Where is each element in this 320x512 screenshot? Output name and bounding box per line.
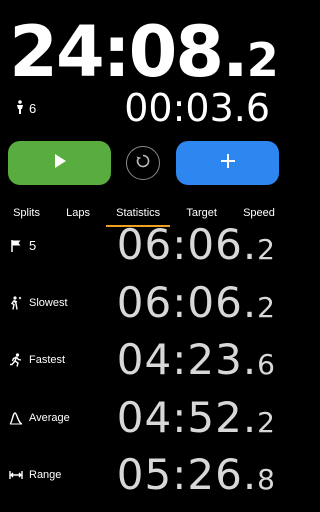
stat-average-label: Average — [29, 412, 70, 424]
stat-range-fraction: 8 — [257, 463, 275, 496]
stat-count-value: 06:06.2 — [117, 216, 275, 274]
stat-fastest-label: Fastest — [29, 354, 66, 366]
stat-range-label: Range — [29, 469, 62, 481]
stat-fastest-whole: 04:23. — [116, 335, 258, 384]
stat-row-range: Range 05:26.8 — [0, 446, 288, 504]
slow-walker-icon — [9, 296, 23, 310]
stat-average-value: 04:52.2 — [117, 389, 275, 447]
plus-icon — [220, 153, 236, 174]
stat-label-count: 5 — [9, 216, 36, 274]
stat-label-fastest: Fastest — [9, 331, 65, 389]
stat-range-whole: 05:26. — [116, 450, 258, 499]
stat-slowest-value: 06:06.2 — [117, 274, 275, 332]
lap-count-value: 6 — [29, 101, 37, 116]
flag-icon — [9, 238, 23, 252]
add-lap-button[interactable] — [176, 141, 279, 185]
stat-count-label: 5 — [29, 237, 37, 253]
stat-row-count: 5 06:06.2 — [0, 216, 288, 274]
current-lap-row: 6 00:03.6 — [0, 86, 288, 130]
stat-slowest-fraction: 2 — [257, 291, 275, 324]
stat-slowest-whole: 06:06. — [116, 278, 258, 327]
current-lap-time: 00:03.6 — [124, 86, 270, 130]
stat-row-average: Average 04:52.2 — [0, 389, 288, 447]
lap-counter: 6 — [14, 100, 36, 117]
main-time-fraction: 2 — [246, 33, 279, 87]
stat-fastest-value: 04:23.6 — [117, 331, 275, 389]
stat-average-whole: 04:52. — [116, 393, 258, 442]
runner-icon — [9, 353, 23, 367]
stat-label-range: Range — [9, 446, 61, 504]
main-time-whole: 24:08. — [9, 11, 248, 93]
play-icon — [53, 153, 67, 174]
stat-row-fastest: Fastest 04:23.6 — [0, 331, 288, 389]
stat-average-fraction: 2 — [257, 406, 275, 439]
stat-row-slowest: Slowest 06:06.2 — [0, 274, 288, 332]
stat-label-slowest: Slowest — [9, 274, 68, 332]
range-icon — [9, 468, 23, 482]
stat-count-whole: 06:06. — [116, 220, 258, 269]
person-icon — [14, 100, 26, 117]
stat-range-value: 05:26.8 — [117, 446, 275, 504]
reset-button[interactable] — [126, 146, 160, 180]
reset-icon — [135, 153, 151, 174]
stat-fastest-fraction: 6 — [257, 348, 275, 381]
average-icon — [9, 411, 23, 425]
stat-count-fraction: 2 — [257, 233, 275, 266]
stat-slowest-label: Slowest — [29, 297, 68, 309]
stat-label-average: Average — [9, 389, 70, 447]
start-button[interactable] — [8, 141, 111, 185]
